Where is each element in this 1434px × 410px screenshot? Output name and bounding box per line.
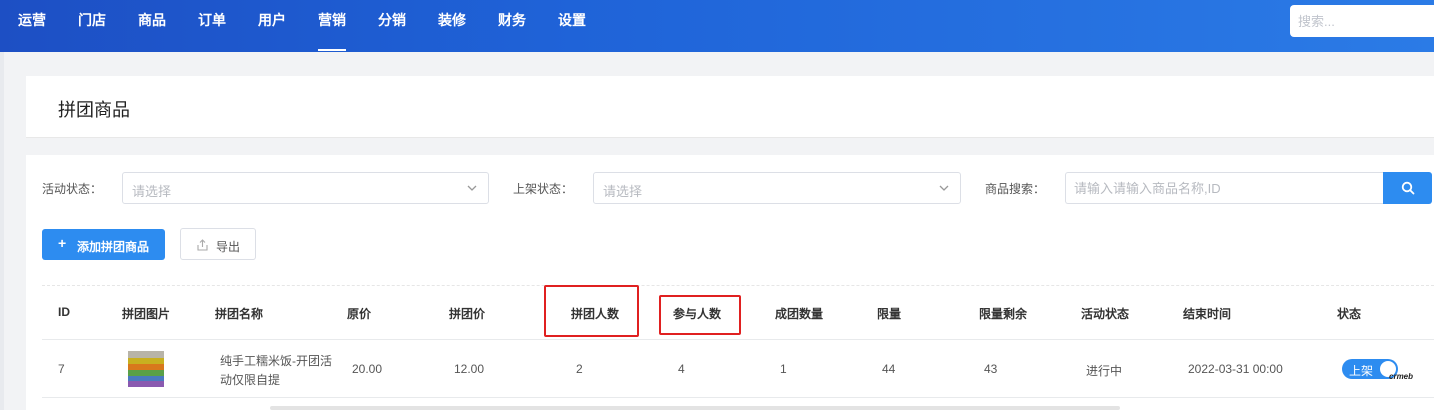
activity-status-label: 活动状态：: [42, 182, 103, 196]
watermark-logo: crmeb: [1389, 372, 1414, 381]
horizontal-scrollbar[interactable]: [270, 406, 1120, 410]
nav-item-users[interactable]: 用户: [258, 0, 286, 52]
page-title: 拼团商品: [58, 100, 130, 120]
nav-item-marketing[interactable]: 营销: [318, 0, 346, 52]
cell-name-line1: 纯手工糯米饭-开团活: [220, 354, 332, 368]
cell-name-line2: 动仅限自提: [220, 373, 281, 387]
column-header-limit-remaining: 限量剩余: [979, 307, 1028, 321]
product-search-input[interactable]: [1065, 172, 1383, 204]
nav-item-store[interactable]: 门店: [78, 0, 106, 52]
nav-item-operation[interactable]: 运营: [18, 0, 46, 52]
nav-item-settings[interactable]: 设置: [558, 0, 586, 52]
shelf-status-label: 上架状态：: [513, 182, 574, 196]
cell-end-time: 2022-03-31 00:00: [1188, 362, 1283, 376]
plus-icon: +: [58, 235, 67, 251]
product-search-button[interactable]: [1383, 172, 1432, 204]
export-icon: [197, 239, 208, 251]
highlight-participants: [659, 295, 741, 335]
column-header-image: 拼团图片: [122, 307, 171, 321]
add-group-product-button[interactable]: + 添加拼团商品: [42, 229, 165, 260]
column-header-group-price: 拼团价: [449, 307, 486, 321]
highlight-group-size: [544, 285, 639, 337]
search-icon: [1401, 181, 1415, 195]
nav-item-decoration[interactable]: 装修: [438, 0, 466, 52]
activity-status-select[interactable]: 请选择: [122, 172, 489, 204]
cell-limit: 44: [882, 362, 896, 376]
export-button[interactable]: 导出: [180, 228, 256, 260]
add-group-product-label: 添加拼团商品: [77, 240, 150, 254]
column-header-original-price: 原价: [347, 307, 372, 321]
column-header-groups-formed: 成团数量: [775, 307, 824, 321]
column-header-limit: 限量: [877, 307, 902, 321]
nav-item-products[interactable]: 商品: [138, 0, 166, 52]
page-header: 拼团商品: [26, 76, 1434, 138]
sidebar-edge: [0, 52, 4, 410]
nav-item-finance[interactable]: 财务: [498, 0, 526, 52]
top-nav: 运营 门店 商品 订单 用户 营销 分销 装修 财务 设置: [0, 0, 1434, 52]
chevron-down-icon: [939, 185, 949, 191]
column-header-status: 状态: [1337, 307, 1362, 321]
cell-group-size: 2: [576, 362, 583, 376]
column-header-activity-status: 活动状态: [1081, 307, 1130, 321]
chevron-down-icon: [467, 185, 477, 191]
cell-original-price: 20.00: [352, 362, 383, 376]
cell-participants: 4: [678, 362, 685, 376]
nav-item-orders[interactable]: 订单: [198, 0, 226, 52]
activity-status-placeholder: 请选择: [132, 184, 172, 199]
row-divider: [42, 397, 1434, 398]
cell-id: 7: [58, 362, 65, 376]
cell-groups-formed: 1: [780, 362, 787, 376]
cell-limit-remaining: 43: [984, 362, 998, 376]
global-search-input[interactable]: [1290, 5, 1434, 37]
export-label: 导出: [216, 240, 241, 254]
cell-activity-status: 进行中: [1086, 364, 1123, 378]
product-search-label: 商品搜索：: [985, 182, 1046, 196]
shelf-status-placeholder: 请选择: [603, 184, 643, 199]
nav-item-distribution[interactable]: 分销: [378, 0, 406, 52]
product-thumbnail: [128, 351, 164, 387]
shelf-status-select[interactable]: 请选择: [593, 172, 961, 204]
column-header-id: ID: [58, 305, 70, 319]
column-header-name: 拼团名称: [215, 307, 264, 321]
status-toggle-label: 上架: [1349, 364, 1374, 378]
column-header-end-time: 结束时间: [1183, 307, 1232, 321]
cell-group-price: 12.00: [454, 362, 485, 376]
